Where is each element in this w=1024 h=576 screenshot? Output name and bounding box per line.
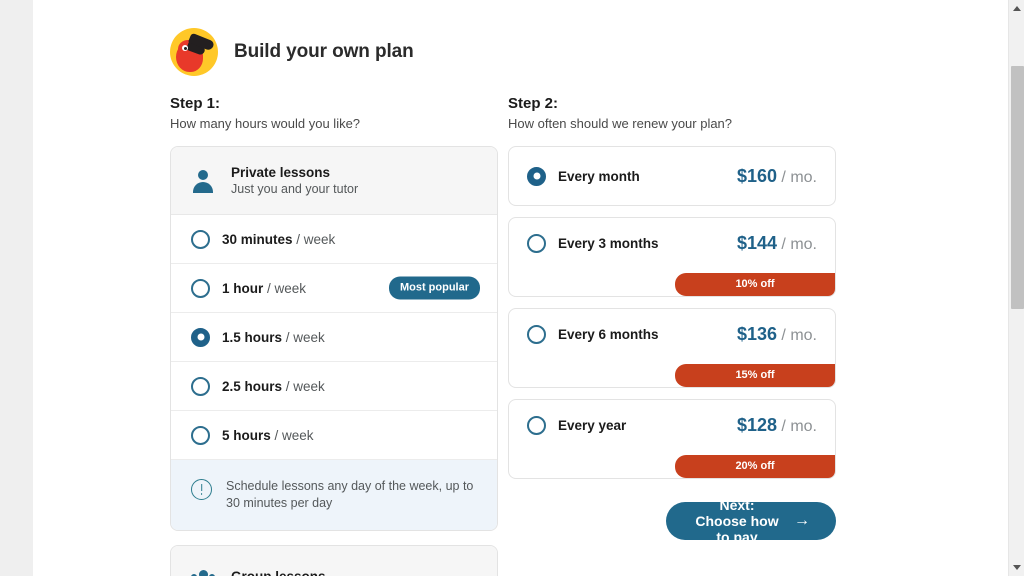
plan-name: Every year	[558, 417, 627, 433]
toucan-logo-icon	[170, 28, 218, 76]
plan-price: $160 / mo.	[736, 165, 817, 186]
radio-30-minutes[interactable]	[191, 229, 210, 249]
plan-price: $136 / mo.	[736, 323, 817, 344]
hours-option-5-hours[interactable]: 5 hours / week	[171, 411, 497, 460]
scroll-up-arrow-icon[interactable]	[1009, 0, 1024, 17]
discount-badge: 10% off	[675, 273, 835, 296]
hours-option-label: 30 minutes / week	[222, 231, 336, 247]
radio-1-hour[interactable]	[191, 278, 210, 298]
hours-option-2-5-hours[interactable]: 2.5 hours / week	[171, 362, 497, 411]
brand-header: Build your own plan	[170, 28, 414, 76]
private-lessons-description: Just you and your tutor	[231, 182, 359, 196]
discount-badge: 20% off	[675, 455, 835, 478]
radio-every-3-months[interactable]	[527, 233, 546, 253]
browser-left-gutter	[0, 0, 33, 576]
page-title: Build your own plan	[234, 41, 414, 62]
step1-title: Step 1:	[170, 95, 221, 112]
plan-name: Every month	[558, 168, 640, 184]
hours-option-label: 5 hours / week	[222, 427, 314, 443]
hours-option-label: 1.5 hours / week	[222, 329, 325, 345]
page-content: Build your own plan Step 1: How many hou…	[33, 0, 1008, 576]
next-button-label: Next: Choose how to pay	[695, 497, 779, 545]
radio-5-hours[interactable]	[191, 425, 210, 445]
plan-price: $144 / mo.	[736, 232, 817, 253]
radio-2-5-hours[interactable]	[191, 376, 210, 396]
private-lessons-header: Private lessons Just you and your tutor	[171, 147, 497, 215]
person-icon	[191, 169, 215, 193]
schedule-info-box: Schedule lessons any day of the week, up…	[171, 460, 497, 530]
schedule-info-text: Schedule lessons any day of the week, up…	[226, 479, 474, 510]
private-lessons-card[interactable]: Private lessons Just you and your tutor …	[170, 146, 498, 531]
discount-badge: 15% off	[675, 364, 835, 387]
plan-every-year[interactable]: Every year $128 / mo. 20% off	[508, 399, 836, 479]
hours-option-1-hour[interactable]: 1 hour / week Most popular	[171, 264, 497, 313]
radio-every-year[interactable]	[527, 415, 546, 435]
radio-every-6-months[interactable]	[527, 324, 546, 344]
hours-option-1-5-hours[interactable]: 1.5 hours / week	[171, 313, 497, 362]
step2-column: Step 2: How often should we renew your p…	[508, 95, 836, 545]
group-lessons-card[interactable]: Group lessons	[170, 545, 498, 576]
step1-column: Step 1: How many hours would you like? P…	[170, 95, 498, 576]
info-circle-icon	[191, 479, 212, 500]
step1-subtitle: How many hours would you like?	[170, 116, 361, 131]
step2-subtitle: How often should we renew your plan?	[508, 116, 733, 131]
plan-price: $128 / mo.	[736, 414, 817, 435]
group-icon	[191, 564, 215, 576]
radio-every-month[interactable]	[527, 166, 546, 186]
plan-every-month[interactable]: Every month $160 / mo.	[508, 146, 836, 206]
hours-option-label: 1 hour / week	[222, 280, 307, 296]
scroll-down-arrow-icon[interactable]	[1009, 559, 1024, 576]
plan-name: Every 3 months	[558, 235, 659, 251]
scrollbar-thumb[interactable]	[1011, 66, 1024, 309]
plan-every-3-months[interactable]: Every 3 months $144 / mo. 10% off	[508, 217, 836, 297]
page-scrollbar[interactable]	[1008, 0, 1024, 576]
radio-1-5-hours[interactable]	[191, 327, 210, 347]
plan-name: Every 6 months	[558, 326, 659, 342]
most-popular-badge: Most popular	[388, 276, 480, 300]
hours-option-30-minutes[interactable]: 30 minutes / week	[171, 215, 497, 264]
step2-title: Step 2:	[508, 95, 559, 112]
hours-option-label: 2.5 hours / week	[222, 378, 325, 394]
group-lessons-name: Group lessons	[231, 568, 326, 576]
group-lessons-header: Group lessons	[171, 546, 497, 576]
plan-every-6-months[interactable]: Every 6 months $136 / mo. 15% off	[508, 308, 836, 388]
next-choose-how-to-pay-button[interactable]: Next: Choose how to pay →	[666, 497, 836, 545]
arrow-right-icon: →	[794, 512, 810, 529]
private-lessons-name: Private lessons	[231, 165, 331, 180]
